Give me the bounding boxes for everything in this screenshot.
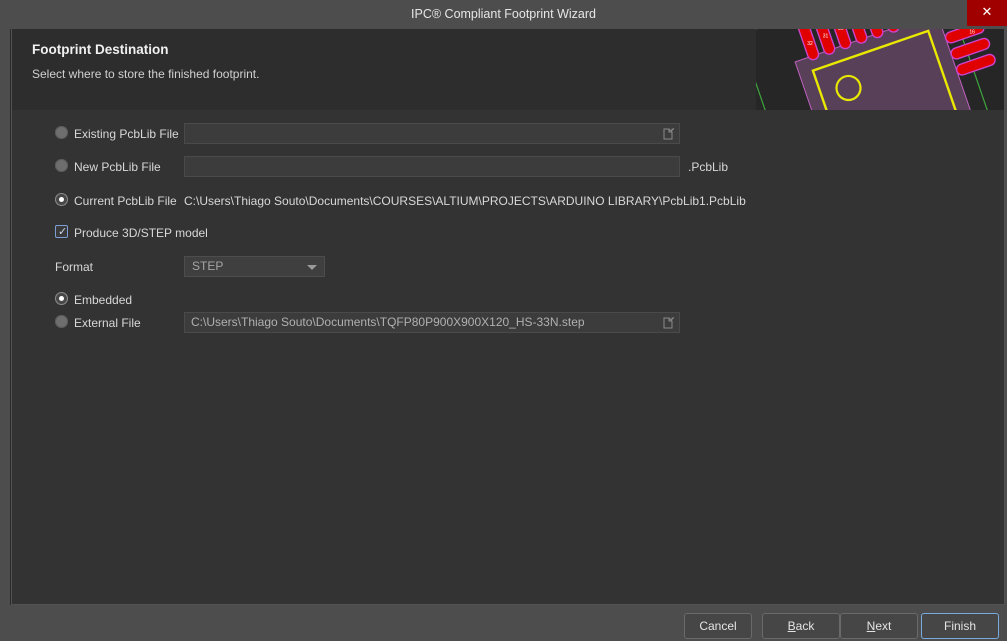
- input-new-pcblib-file[interactable]: [184, 156, 680, 177]
- input-external-file[interactable]: C:\Users\Thiago Souto\Documents\TQFP80P9…: [184, 312, 680, 333]
- title-bar: IPC® Compliant Footprint Wizard ✕: [0, 0, 1007, 29]
- label-pcblib-extension: .PcbLib: [688, 160, 729, 174]
- radio-existing-pcblib-file[interactable]: [55, 126, 68, 139]
- browse-file-icon-external[interactable]: [661, 316, 675, 330]
- destination-form: Existing PcbLib File New PcbLib File .Pc…: [12, 110, 1004, 603]
- label-produce-3d-step-model: Produce 3D/STEP model: [74, 226, 208, 240]
- back-button-accel: B: [787, 619, 796, 633]
- value-current-pcblib-path: C:\Users\Thiago Souto\Documents\COURSES\…: [184, 194, 746, 208]
- value-format: STEP: [192, 259, 224, 273]
- close-icon: ✕: [981, 5, 993, 20]
- cancel-button-label: Cancel: [699, 619, 737, 633]
- radio-embedded[interactable]: [55, 292, 68, 305]
- label-external-file: External File: [74, 316, 141, 330]
- back-button[interactable]: Back: [762, 613, 840, 639]
- browse-file-icon-existing[interactable]: [661, 127, 675, 141]
- value-external-file: C:\Users\Thiago Souto\Documents\TQFP80P9…: [191, 315, 585, 329]
- check-icon: ✓: [58, 225, 68, 238]
- radio-external-file[interactable]: [55, 315, 68, 328]
- radio-new-pcblib-file[interactable]: [55, 159, 68, 172]
- label-existing-pcblib-file: Existing PcbLib File: [74, 127, 179, 141]
- svg-text:16: 16: [969, 30, 975, 36]
- page-title: Footprint Destination: [32, 42, 169, 57]
- input-existing-pcblib-file[interactable]: [184, 123, 680, 144]
- checkbox-produce-3d-step-model[interactable]: ✓: [55, 225, 68, 238]
- pcb-footprint-preview-icon: 32 31 30 29 28 27 26 25 1 16: [756, 29, 1004, 110]
- finish-button[interactable]: Finish: [921, 613, 999, 639]
- page-subtitle: Select where to store the finished footp…: [32, 67, 260, 81]
- wizard-panel: Footprint Destination Select where to st…: [11, 29, 1005, 605]
- window-title: IPC® Compliant Footprint Wizard: [411, 7, 596, 21]
- close-button[interactable]: ✕: [967, 0, 1007, 26]
- label-embedded: Embedded: [74, 293, 133, 307]
- svg-text:30: 30: [838, 29, 844, 32]
- label-current-pcblib-file: Current PcbLib File: [74, 194, 177, 208]
- svg-text:31: 31: [823, 34, 829, 40]
- page-banner: Footprint Destination Select where to st…: [12, 29, 1004, 110]
- back-button-label: ack: [795, 619, 815, 633]
- finish-button-label: Finish: [943, 619, 976, 633]
- svg-text:32: 32: [807, 41, 813, 47]
- label-format: Format: [55, 260, 94, 274]
- select-format[interactable]: STEP: [184, 256, 325, 277]
- radio-current-pcblib-file[interactable]: [55, 193, 68, 206]
- next-button[interactable]: Next: [840, 613, 918, 639]
- label-new-pcblib-file: New PcbLib File: [74, 160, 161, 174]
- cancel-button[interactable]: Cancel: [684, 613, 752, 639]
- next-button-label: ext: [875, 619, 892, 633]
- chevron-down-icon: [307, 265, 317, 270]
